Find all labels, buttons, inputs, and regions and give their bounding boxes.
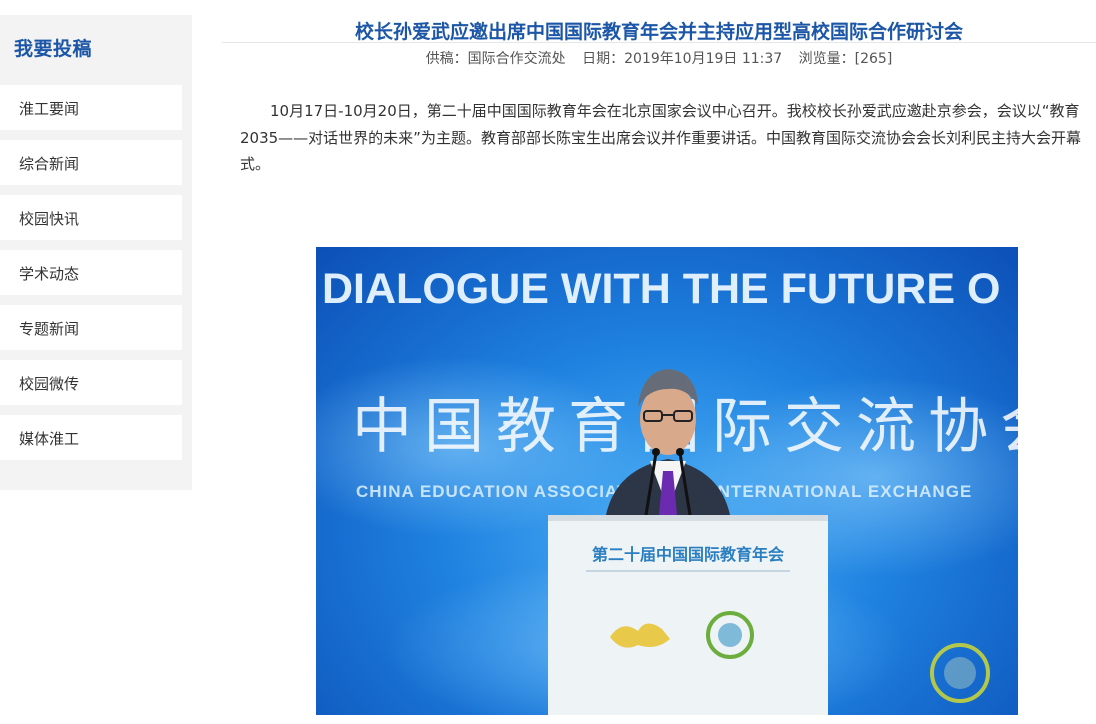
sidebar-item-media[interactable]: 媒体淮工 xyxy=(0,415,182,460)
photo-illustration: DIALOGUE WITH THE FUTURE O 中国教育国际交流协会 CH… xyxy=(316,265,1018,715)
podium: 第二十届中国国际教育年会 xyxy=(548,515,828,715)
sidebar-item-academic[interactable]: 学术动态 xyxy=(0,250,182,295)
sidebar: 我要投稿 淮工要闻 综合新闻 校园快讯 学术动态 专题新闻 校园微传 媒体淮工 xyxy=(0,15,192,490)
sidebar-item-label: 专题新闻 xyxy=(19,320,80,338)
watermark-logo-icon xyxy=(930,643,990,703)
article-meta: 供稿：国际合作交流处 日期：2019年10月19日 11:37 浏览量：[265… xyxy=(222,48,1096,68)
article-date: 日期：2019年10月19日 11:37 xyxy=(582,51,783,67)
sidebar-item-label: 综合新闻 xyxy=(19,155,80,173)
sidebar-item-label: 淮工要闻 xyxy=(19,100,80,118)
article-header: 校长孙爱武应邀出席中国国际教育年会并主持应用型高校国际合作研讨会 xyxy=(222,14,1096,43)
banner-text: DIALOGUE WITH THE FUTURE O xyxy=(322,265,1000,313)
article-photo: DIALOGUE WITH THE FUTURE O 中国教育国际交流协会 CH… xyxy=(316,247,1018,715)
article-paragraph: 10月17日-10月20日，第二十届中国国际教育年会在北京国家会议中心召开。我校… xyxy=(240,102,1081,173)
podium-text: 第二十届中国国际教育年会 xyxy=(592,545,784,564)
sidebar-item-campus-flash[interactable]: 校园快讯 xyxy=(0,195,182,240)
article-views: 浏览量：[265] xyxy=(798,51,893,67)
sidebar-title-submit[interactable]: 我要投稿 xyxy=(14,34,92,61)
sidebar-item-label: 学术动态 xyxy=(19,265,80,283)
sidebar-item-special-news[interactable]: 专题新闻 xyxy=(0,305,182,350)
sidebar-item-label: 校园微传 xyxy=(19,375,80,393)
sidebar-item-huaigong-news[interactable]: 淮工要闻 xyxy=(0,85,182,130)
sidebar-item-label: 校园快讯 xyxy=(19,210,80,228)
sidebar-item-general-news[interactable]: 综合新闻 xyxy=(0,140,182,185)
article-title: 校长孙爱武应邀出席中国国际教育年会并主持应用型高校国际合作研讨会 xyxy=(354,21,963,43)
sidebar-item-campus-micro[interactable]: 校园微传 xyxy=(0,360,182,405)
sidebar-item-label: 媒体淮工 xyxy=(19,430,80,448)
article-source: 供稿：国际合作交流处 xyxy=(425,51,566,67)
